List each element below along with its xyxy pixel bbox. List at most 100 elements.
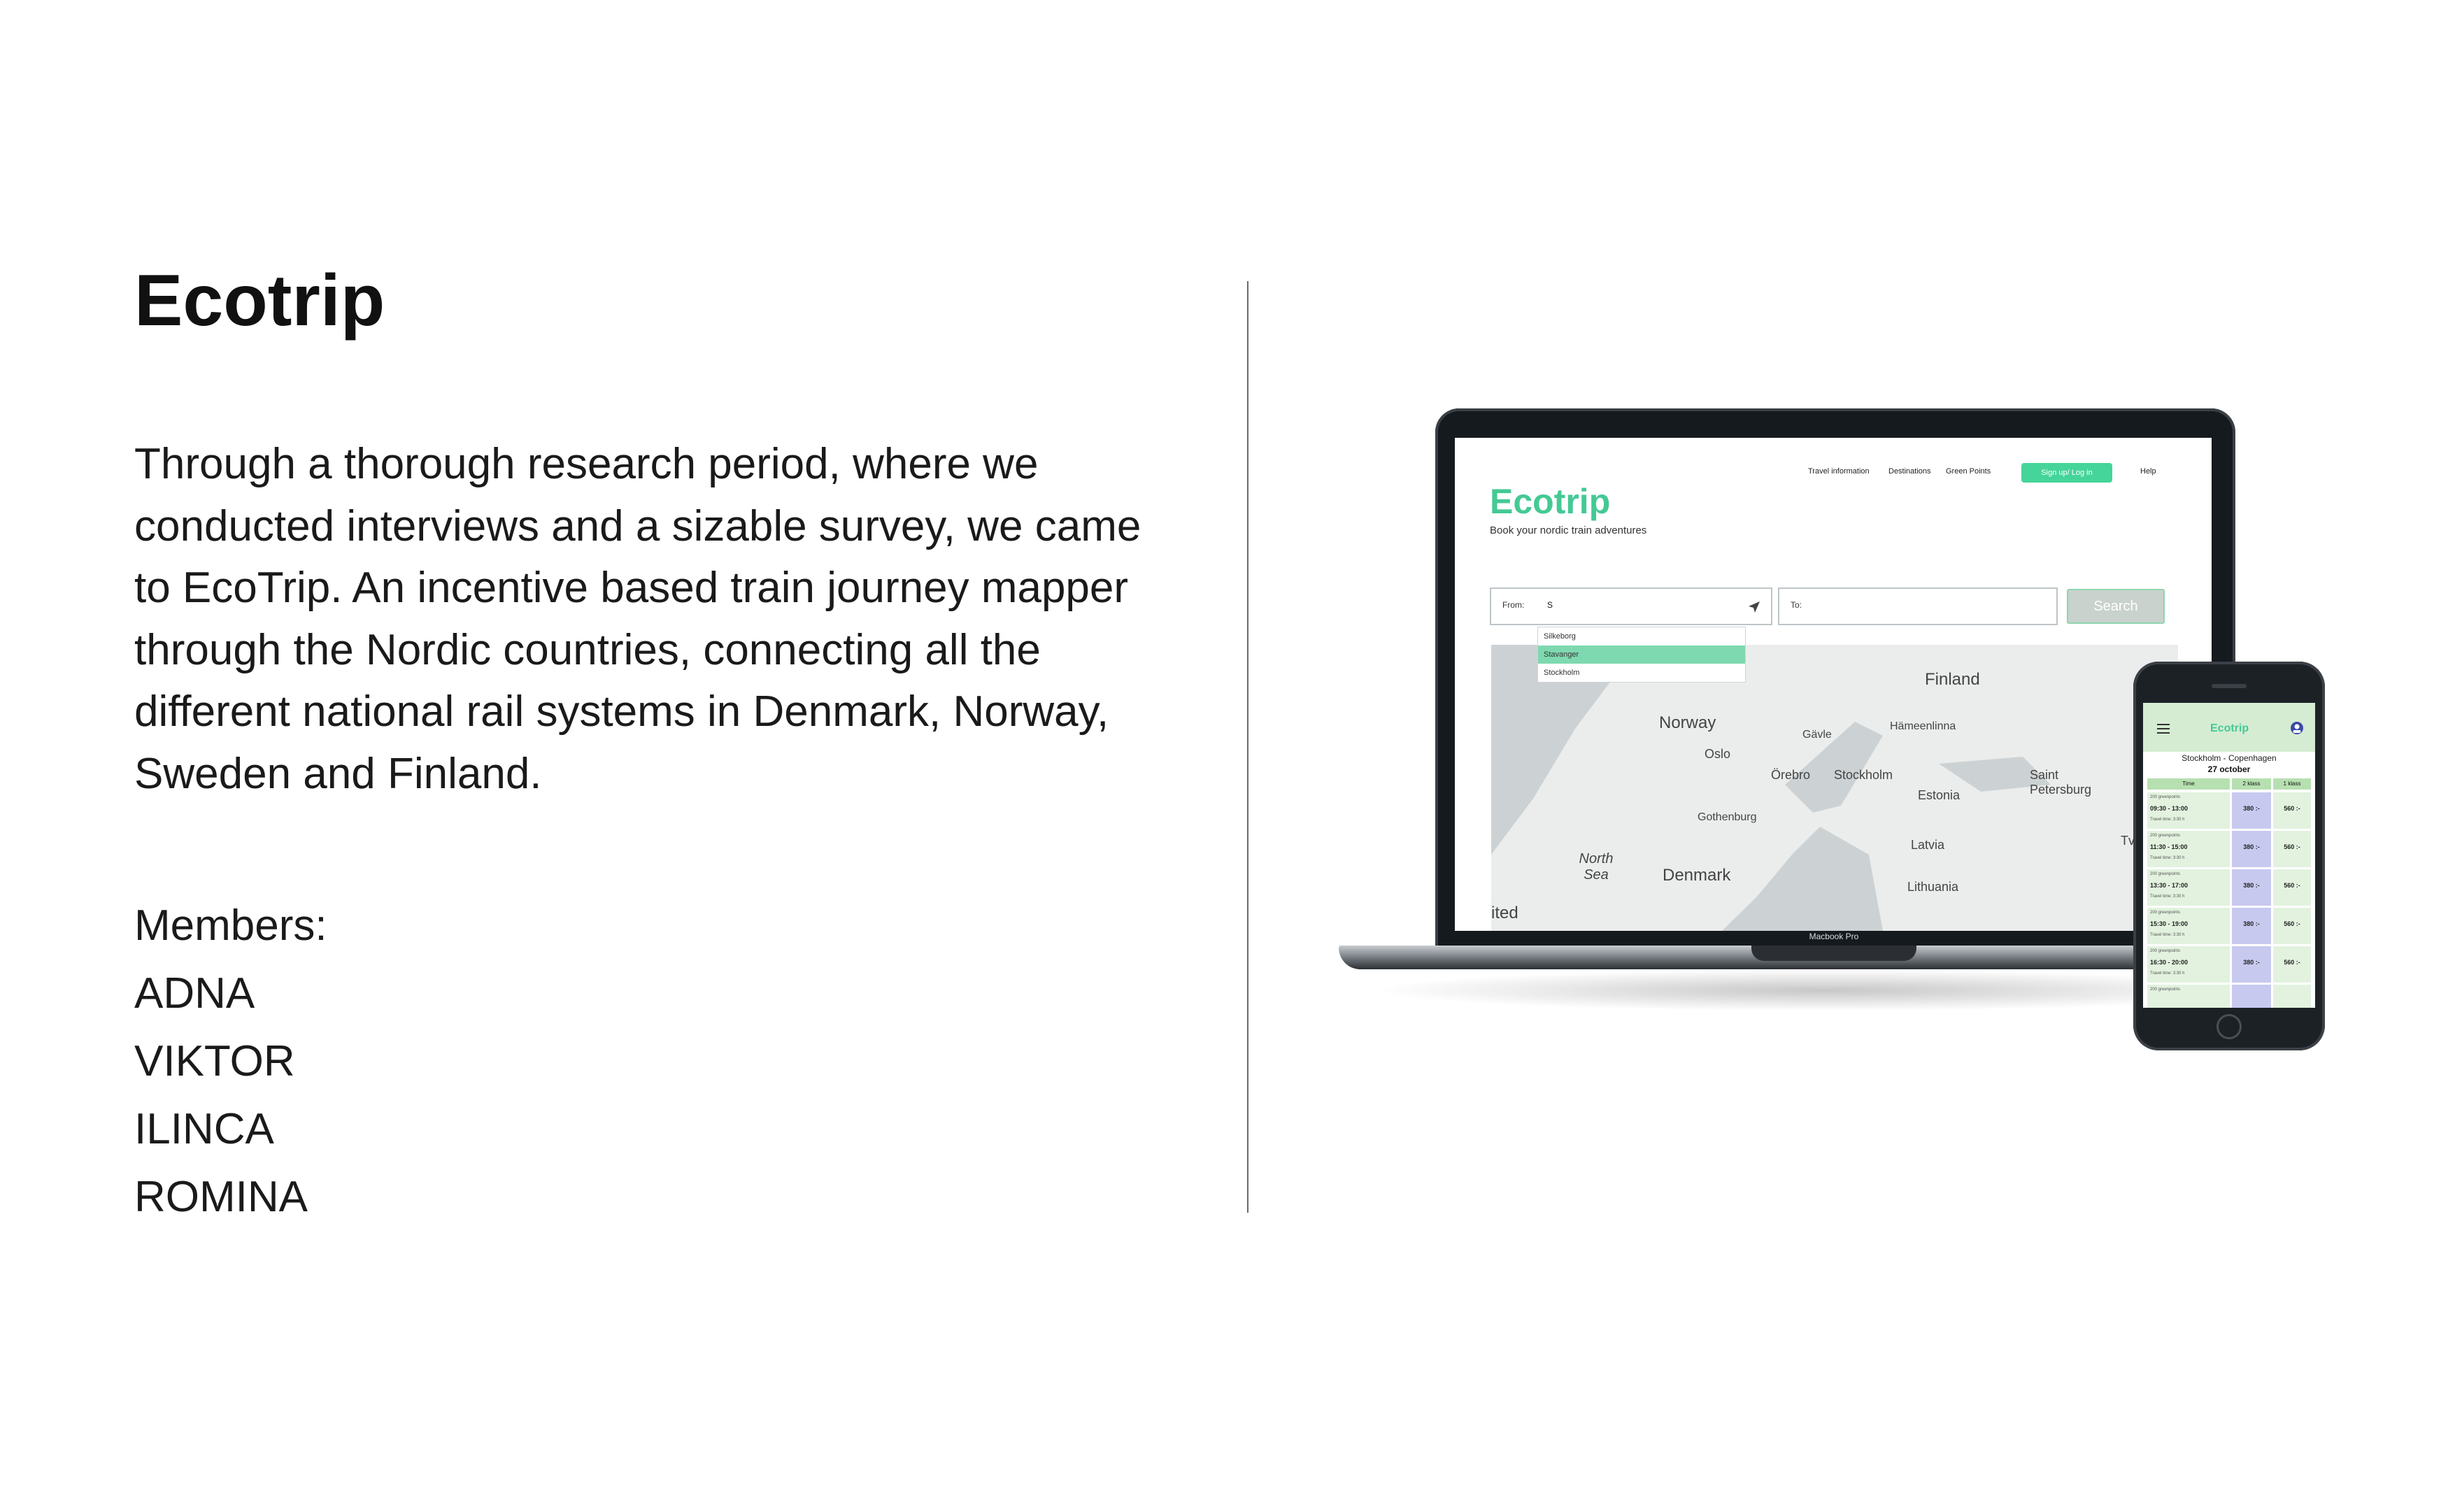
members-list: Members: ADNA VIKTOR ILINCA ROMINA bbox=[134, 892, 327, 1231]
row-points: 200 greenpoints bbox=[2150, 834, 2181, 838]
map-label-oslo: Oslo bbox=[1705, 747, 1731, 761]
laptop-model-label: Macbook Pro bbox=[1809, 932, 1859, 941]
map-label-norway: Norway bbox=[1659, 713, 1716, 732]
first-class-price-cell[interactable] bbox=[2273, 985, 2311, 1008]
nav-travel-information[interactable]: Travel information bbox=[1808, 467, 1870, 476]
map-label-hameenlinna: Hämeenlinna bbox=[1890, 720, 1956, 732]
member-name: ADNA bbox=[134, 969, 255, 1018]
suggestion-silkeborg[interactable]: Silkeborg bbox=[1538, 627, 1745, 646]
row-points: 200 greenpoints bbox=[2150, 872, 2181, 876]
project-description: Through a thorough research period, wher… bbox=[134, 440, 1141, 798]
to-label: To: bbox=[1791, 600, 1802, 610]
search-button[interactable]: Search bbox=[2067, 589, 2165, 624]
phone-header: Ecotrip bbox=[2143, 703, 2315, 752]
departure-row[interactable]: 200 greenpoints 16:30 - 20:00 Travel tim… bbox=[2147, 946, 2311, 983]
column-first-class: 1 klass bbox=[2273, 778, 2311, 790]
row-points: 200 greenpoints bbox=[2150, 949, 2181, 953]
first-class-price-cell[interactable]: 560 :- bbox=[2273, 792, 2311, 829]
row-travel-time: Travel time: 3:30 h bbox=[2150, 933, 2185, 937]
map-label-gavle: Gävle bbox=[1802, 729, 1832, 741]
price-first: 560 :- bbox=[2284, 959, 2300, 966]
vertical-divider bbox=[1247, 281, 1248, 1213]
map-label-lithuania: Lithuania bbox=[1907, 880, 1959, 894]
member-name: VIKTOR bbox=[134, 1037, 295, 1085]
price-second: 380 :- bbox=[2243, 920, 2260, 927]
page-title: Ecotrip bbox=[134, 260, 385, 341]
map-label-estonia: Estonia bbox=[1918, 788, 1961, 802]
departure-row[interactable]: 200 greenpoints bbox=[2147, 985, 2311, 1008]
laptop-notch bbox=[1751, 946, 1916, 961]
first-class-price-cell[interactable]: 560 :- bbox=[2273, 908, 2311, 944]
route-date: 27 october bbox=[2207, 764, 2251, 774]
nav-help[interactable]: Help bbox=[2140, 467, 2156, 476]
first-class-price-cell[interactable]: 560 :- bbox=[2273, 831, 2311, 867]
row-travel-time: Travel time: 3:30 h bbox=[2150, 894, 2185, 899]
member-name: ROMINA bbox=[134, 1173, 308, 1221]
phone-logo[interactable]: Ecotrip bbox=[2210, 722, 2249, 735]
from-input-value[interactable]: S bbox=[1547, 600, 1553, 610]
row-points: 200 greenpoints bbox=[2150, 795, 2181, 799]
row-time: 15:30 - 19:00 bbox=[2150, 920, 2189, 927]
map-label-latvia: Latvia bbox=[1911, 838, 1945, 852]
departure-row[interactable]: 200 greenpoints 13:30 - 17:00 Travel tim… bbox=[2147, 869, 2311, 906]
map-label-north-sea: North Sea bbox=[1579, 851, 1614, 883]
departure-row[interactable]: 200 greenpoints 09:30 - 13:00 Travel tim… bbox=[2147, 792, 2311, 829]
phone-screen: Ecotrip Stockholm - Copenhagen 27 octobe… bbox=[2143, 703, 2315, 1008]
row-info: 200 greenpoints 16:30 - 20:00 Travel tim… bbox=[2147, 946, 2230, 983]
price-second: 380 :- bbox=[2243, 882, 2260, 889]
map-label-denmark: Denmark bbox=[1663, 866, 1731, 885]
second-class-price-cell[interactable] bbox=[2232, 985, 2271, 1008]
row-time: 11:30 - 15:00 bbox=[2150, 843, 2188, 850]
column-time: Time bbox=[2147, 778, 2230, 790]
second-class-price-cell[interactable]: 380 :- bbox=[2232, 869, 2271, 906]
suggestion-stavanger[interactable]: Stavanger bbox=[1538, 646, 1745, 664]
row-time: 16:30 - 20:00 bbox=[2150, 959, 2189, 966]
row-time: 09:30 - 13:00 bbox=[2150, 805, 2189, 812]
phone-home-button[interactable] bbox=[2216, 1014, 2242, 1039]
row-points: 200 greenpoints bbox=[2150, 911, 2181, 915]
price-second: 380 :- bbox=[2243, 959, 2260, 966]
second-class-price-cell[interactable]: 380 :- bbox=[2232, 908, 2271, 944]
laptop-screen: Ecotrip Book your nordic train adventure… bbox=[1455, 438, 2212, 931]
suggestion-stockholm[interactable]: Stockholm bbox=[1538, 664, 1745, 682]
second-class-price-cell[interactable]: 380 :- bbox=[2232, 946, 2271, 983]
row-info: 200 greenpoints 09:30 - 13:00 Travel tim… bbox=[2147, 792, 2230, 829]
price-first: 560 :- bbox=[2284, 805, 2300, 812]
departure-row[interactable]: 200 greenpoints 15:30 - 19:00 Travel tim… bbox=[2147, 908, 2311, 944]
member-name: ILINCA bbox=[134, 1105, 274, 1153]
second-class-price-cell[interactable]: 380 :- bbox=[2232, 831, 2271, 867]
price-second: 380 :- bbox=[2243, 843, 2260, 850]
row-travel-time: Travel time: 3:30 h bbox=[2150, 971, 2185, 976]
price-first: 560 :- bbox=[2284, 843, 2300, 850]
tagline: Book your nordic train adventures bbox=[1490, 525, 1647, 536]
nav-destinations[interactable]: Destinations bbox=[1888, 467, 1931, 476]
price-first: 560 :- bbox=[2284, 920, 2300, 927]
map-label-stockholm: Stockholm bbox=[1834, 768, 1893, 782]
row-info: 200 greenpoints 13:30 - 17:00 Travel tim… bbox=[2147, 869, 2230, 906]
from-label: From: bbox=[1502, 600, 1525, 610]
row-info: 200 greenpoints 15:30 - 19:00 Travel tim… bbox=[2147, 908, 2230, 944]
ecotrip-logo[interactable]: Ecotrip bbox=[1490, 481, 1610, 522]
to-field[interactable]: To: bbox=[1778, 587, 2058, 625]
signup-login-button[interactable]: Sign up/ Log in bbox=[2021, 463, 2112, 483]
from-suggestions-dropdown[interactable]: Silkeborg Stavanger Stockholm bbox=[1537, 627, 1746, 683]
nav-green-points[interactable]: Green Points bbox=[1946, 467, 1991, 476]
price-second: 380 :- bbox=[2243, 805, 2260, 812]
second-class-price-cell[interactable]: 380 :- bbox=[2232, 792, 2271, 829]
location-arrow-icon[interactable] bbox=[1747, 600, 1761, 614]
map-label-ited: ited bbox=[1491, 904, 1518, 922]
price-first: 560 :- bbox=[2284, 882, 2300, 889]
first-class-price-cell[interactable]: 560 :- bbox=[2273, 869, 2311, 906]
row-travel-time: Travel time: 3:30 h bbox=[2150, 856, 2185, 860]
map-label-orebro: Örebro bbox=[1771, 768, 1811, 782]
from-field[interactable]: From: S bbox=[1490, 587, 1772, 625]
menu-icon[interactable] bbox=[2157, 724, 2170, 734]
departure-row[interactable]: 200 greenpoints 11:30 - 15:00 Travel tim… bbox=[2147, 831, 2311, 867]
column-second-class: 2 klass bbox=[2232, 778, 2271, 790]
row-points: 200 greenpoints bbox=[2150, 987, 2181, 992]
user-avatar-icon[interactable] bbox=[2290, 721, 2304, 735]
nordic-map[interactable]: Finland Norway Hämeenlinna Gävle Oslo Ör… bbox=[1491, 645, 2178, 931]
members-label: Members: bbox=[134, 901, 327, 950]
phone-speaker bbox=[2212, 684, 2247, 688]
first-class-price-cell[interactable]: 560 :- bbox=[2273, 946, 2311, 983]
